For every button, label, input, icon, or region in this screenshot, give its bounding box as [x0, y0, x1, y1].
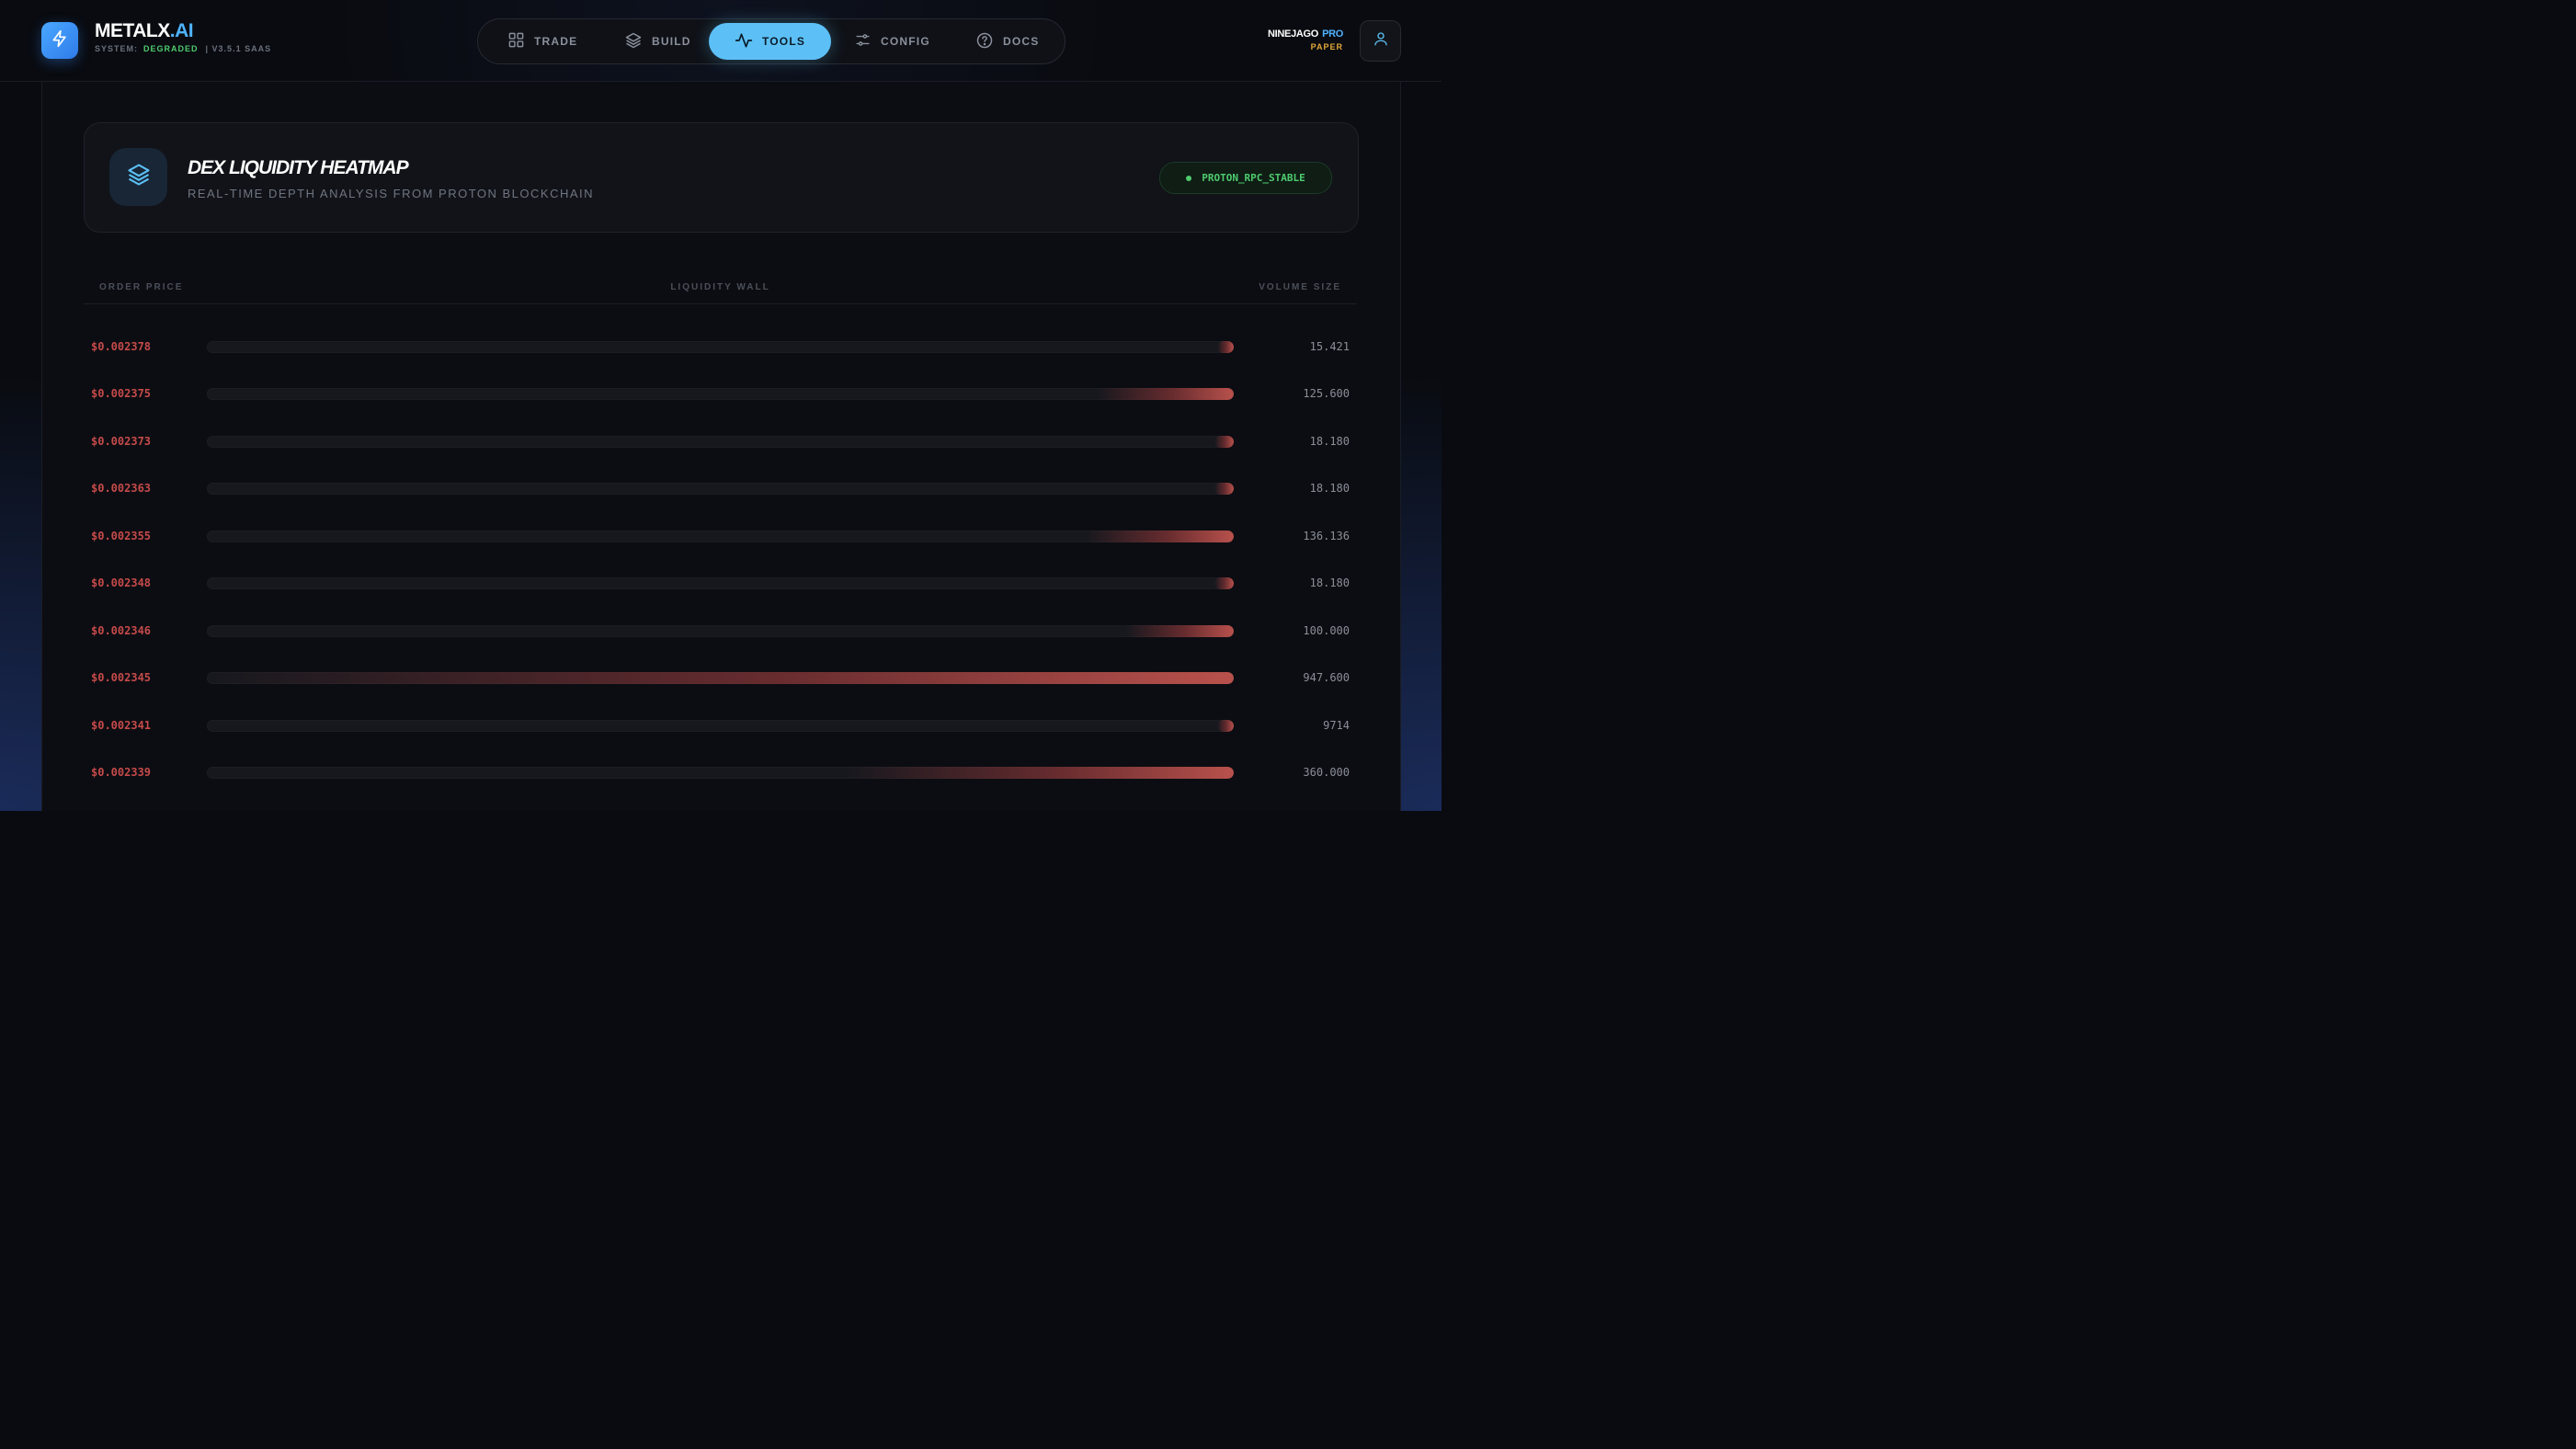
liquidity-fill: [1214, 577, 1234, 589]
brand-name-text: METALX: [95, 20, 170, 41]
liquidity-bar: [207, 388, 1234, 400]
liquidity-fill: [207, 672, 1234, 684]
table-row[interactable]: $0.002378 15.421: [84, 324, 1357, 371]
rpc-status-label: PROTON_RPC_STABLE: [1202, 172, 1305, 184]
tab-docs-label: DOCS: [1003, 35, 1040, 48]
grid-icon: [507, 31, 525, 51]
brand-name: METALX.AI: [95, 20, 271, 42]
brand-suffix: .AI: [169, 20, 194, 41]
table-row[interactable]: $0.002355 136.136: [84, 513, 1357, 560]
top-bar: METALX.AI SYSTEM: DEGRADED | V3.5.1 SAAS T…: [0, 0, 1442, 82]
order-price: $0.002375: [91, 387, 152, 400]
liquidity-bar: [207, 531, 1234, 542]
order-price: $0.002339: [91, 766, 152, 779]
volume-size: 360.000: [1303, 766, 1350, 779]
liquidity-bar: [207, 577, 1234, 589]
volume-size: 125.600: [1303, 387, 1350, 400]
table-row[interactable]: $0.002373 18.180: [84, 418, 1357, 465]
liquidity-bar: [207, 436, 1234, 448]
tab-config-label: CONFIG: [881, 35, 930, 48]
system-status: SYSTEM: DEGRADED | V3.5.1 SAAS: [95, 44, 271, 53]
table-header: ORDER PRICE LIQUIDITY WALL VOLUME SIZE: [84, 276, 1357, 304]
main-nav: TRADE BUILD TOOLS CONFIG DOCS: [477, 18, 1066, 64]
liquidity-fill: [1214, 436, 1234, 448]
user-info: NINEJAGO PRO PAPER: [1268, 29, 1343, 51]
table-row[interactable]: $0.002348 18.180: [84, 560, 1357, 607]
system-label: SYSTEM:: [95, 44, 139, 53]
liquidity-bar: [207, 341, 1234, 353]
tab-tools-label: TOOLS: [761, 35, 806, 48]
user-name: NINEJAGO: [1268, 29, 1319, 40]
volume-size: 100.000: [1303, 624, 1350, 637]
rpc-status-badge: PROTON_RPC_STABLE: [1159, 162, 1332, 194]
profile-button[interactable]: [1360, 20, 1401, 62]
liquidity-fill: [1217, 720, 1234, 732]
volume-size: 18.180: [1309, 482, 1350, 495]
table-row[interactable]: $0.002363 18.180: [84, 465, 1357, 512]
liquidity-fill: [843, 767, 1234, 779]
tab-docs[interactable]: DOCS: [975, 23, 1039, 60]
order-price: $0.002373: [91, 435, 152, 448]
liquidity-fill: [1086, 531, 1234, 542]
header-liquidity-wall: LIQUIDITY WALL: [670, 282, 770, 292]
liquidity-fill: [1214, 483, 1234, 495]
layers-icon: [126, 162, 152, 192]
order-price: $0.002355: [91, 530, 152, 542]
brand: METALX.AI SYSTEM: DEGRADED | V3.5.1 SAAS: [95, 20, 271, 53]
lightning-icon: [51, 29, 69, 52]
order-price: $0.002348: [91, 576, 152, 589]
liquidity-bar: [207, 767, 1234, 779]
user-icon: [1373, 30, 1389, 51]
liquidity-bar: [207, 625, 1234, 637]
volume-size: 15.421: [1309, 340, 1350, 353]
page-title: DEX LIQUIDITY HEATMAP: [188, 157, 409, 178]
liquidity-bar: [207, 483, 1234, 495]
tab-build-label: BUILD: [652, 35, 691, 48]
table-row[interactable]: $0.002375 125.600: [84, 371, 1357, 417]
sliders-icon: [854, 31, 872, 51]
liquidity-fill: [1097, 388, 1234, 400]
volume-size: 18.180: [1309, 435, 1350, 448]
order-price: $0.002378: [91, 340, 152, 353]
table-row[interactable]: $0.002345 947.600: [84, 655, 1357, 702]
tab-trade[interactable]: TRADE: [507, 23, 577, 60]
activity-icon: [735, 31, 753, 52]
tab-tools[interactable]: TOOLS: [709, 23, 831, 60]
user-tier: PRO: [1322, 29, 1343, 40]
order-price: $0.002346: [91, 624, 152, 637]
status-dot-icon: [1186, 175, 1192, 181]
page-subtitle: REAL-TIME DEPTH ANALYSIS FROM PROTON BLO…: [188, 187, 595, 200]
user-mode: PAPER: [1310, 42, 1343, 51]
logo-button[interactable]: [41, 22, 78, 59]
card-icon-box: [109, 148, 167, 206]
liquidity-bar: [207, 720, 1234, 732]
help-circle-icon: [975, 31, 994, 52]
table-row[interactable]: $0.002341 9714: [84, 702, 1357, 749]
volume-size: 947.600: [1303, 671, 1350, 684]
volume-size: 18.180: [1309, 576, 1350, 589]
order-price: $0.002345: [91, 671, 152, 684]
liquidity-bar: [207, 672, 1234, 684]
volume-size: 9714: [1323, 719, 1350, 732]
liquidity-fill: [1124, 625, 1234, 637]
system-status-value: DEGRADED: [143, 44, 199, 53]
heatmap-header-card: DEX LIQUIDITY HEATMAP REAL-TIME DEPTH AN…: [84, 122, 1359, 233]
order-price: $0.002363: [91, 482, 152, 495]
version-label: | V3.5.1 SAAS: [205, 44, 272, 53]
liquidity-fill: [1217, 341, 1234, 353]
table-row[interactable]: $0.002346 100.000: [84, 608, 1357, 655]
tab-config[interactable]: CONFIG: [854, 23, 930, 60]
header-volume-size: VOLUME SIZE: [1259, 282, 1341, 292]
tab-trade-label: TRADE: [534, 35, 578, 48]
table-row[interactable]: $0.002339 360.000: [84, 749, 1357, 796]
layers-icon: [624, 31, 643, 52]
volume-size: 136.136: [1303, 530, 1350, 542]
order-price: $0.002341: [91, 719, 152, 732]
tab-build[interactable]: BUILD: [624, 23, 691, 60]
